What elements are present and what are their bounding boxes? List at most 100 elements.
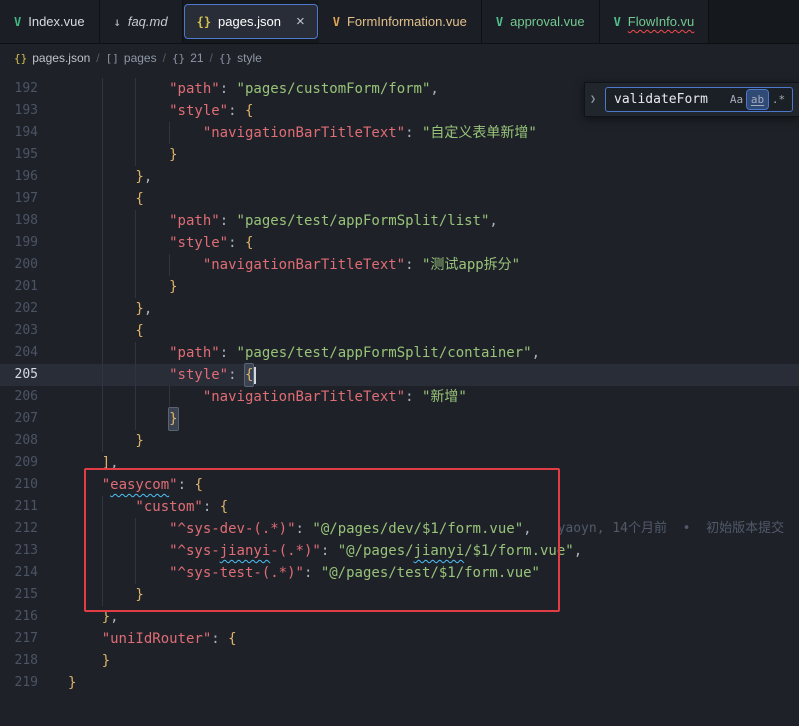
indent-guide	[102, 144, 136, 166]
code-line-214[interactable]: 214"^sys-test-(.*)": "@/pages/test/$1/fo…	[0, 562, 799, 584]
symbol-icon: {}	[172, 52, 185, 65]
match-case-toggle[interactable]: Aa	[726, 90, 747, 109]
code-token: {	[245, 364, 253, 386]
code-line-215[interactable]: 215}	[0, 584, 799, 606]
indent-guide	[102, 78, 136, 100]
line-number: 206	[0, 386, 38, 408]
code-token: "style"	[169, 364, 228, 386]
code-line-211[interactable]: 211"custom": {	[0, 496, 799, 518]
indent-guide	[102, 254, 136, 276]
indent-guide	[102, 584, 136, 606]
code-line-202[interactable]: 202},	[0, 298, 799, 320]
tab-label: FlowInfo.vu	[628, 14, 694, 29]
whole-word-toggle[interactable]: ab	[747, 90, 768, 109]
code-line-209[interactable]: 209],	[0, 452, 799, 474]
breadcrumb-label: style	[237, 51, 262, 65]
code-token: }	[102, 650, 110, 672]
code-token: :	[321, 540, 338, 562]
indent-guide	[102, 540, 136, 562]
code-token: }	[135, 584, 143, 606]
code-token: ,	[523, 518, 531, 540]
breadcrumb-item-pages-json[interactable]: {}pages.json	[14, 51, 90, 65]
indent-guide	[135, 518, 169, 540]
tab-index-vue[interactable]: VIndex.vue	[0, 0, 100, 43]
chevron-right-icon[interactable]: ❯	[585, 83, 601, 116]
code-line-205[interactable]: 205"style": {	[0, 364, 799, 386]
regex-toggle[interactable]: .*	[768, 90, 789, 109]
markdown-icon: ↓	[114, 15, 121, 29]
code-token: }	[135, 166, 143, 188]
code-token: :	[405, 386, 422, 408]
tab-label: Index.vue	[28, 14, 84, 29]
breadcrumb-separator: /	[163, 51, 166, 65]
line-number: 210	[0, 474, 38, 496]
vue-icon: V	[496, 15, 503, 29]
code-line-198[interactable]: 198"path": "pages/test/appFormSplit/list…	[0, 210, 799, 232]
indent-guide	[102, 210, 136, 232]
tab-flowinfo-vu[interactable]: V FlowInfo.vu	[600, 0, 710, 43]
code-token: ,	[144, 166, 152, 188]
tab-approval-vue[interactable]: Vapproval.vue	[482, 0, 600, 43]
code-line-210[interactable]: 210"easycom": {	[0, 474, 799, 496]
code-line-212[interactable]: 212"^sys-dev-(.*)": "@/pages/dev/$1/form…	[0, 518, 799, 540]
vue-icon: V	[333, 15, 340, 29]
indent-guide	[102, 166, 136, 188]
code-line-197[interactable]: 197{	[0, 188, 799, 210]
code-line-196[interactable]: 196},	[0, 166, 799, 188]
indent-guide	[68, 100, 102, 122]
code-line-201[interactable]: 201}	[0, 276, 799, 298]
code-line-206[interactable]: 206"navigationBarTitleText": "新增"	[0, 386, 799, 408]
indent-guide	[135, 342, 169, 364]
line-number: 199	[0, 232, 38, 254]
code-line-213[interactable]: 213"^sys-jianyi-(.*)": "@/pages/jianyi/$…	[0, 540, 799, 562]
breadcrumb-item-21[interactable]: {}21	[172, 51, 204, 65]
line-number: 200	[0, 254, 38, 276]
code-line-208[interactable]: 208}	[0, 430, 799, 452]
indent-guide	[68, 144, 102, 166]
indent-guide	[135, 386, 169, 408]
indent-guide	[135, 540, 169, 562]
indent-guide	[68, 122, 102, 144]
code-line-217[interactable]: 217"uniIdRouter": {	[0, 628, 799, 650]
code-token: {	[135, 188, 143, 210]
code-token: "测试app拆分"	[422, 254, 520, 276]
breadcrumb-item-style[interactable]: {}style	[219, 51, 262, 65]
tab-faq-md[interactable]: ↓ faq.md	[100, 0, 183, 43]
tab-pages-json[interactable]: {}pages.json×	[184, 4, 318, 39]
code-line-200[interactable]: 200"navigationBarTitleText": "测试app拆分"	[0, 254, 799, 276]
tab-label: faq.md	[128, 14, 168, 29]
breadcrumb-label: pages	[124, 51, 157, 65]
code-line-194[interactable]: 194"navigationBarTitleText": "自定义表单新增"	[0, 122, 799, 144]
code-token: {	[220, 496, 228, 518]
line-number: 205	[0, 364, 38, 386]
line-number: 196	[0, 166, 38, 188]
breadcrumb-item-pages[interactable]: []pages	[106, 51, 157, 65]
tab-forminformation-vue[interactable]: VFormInformation.vue	[319, 0, 482, 43]
code-line-204[interactable]: 204"path": "pages/test/appFormSplit/cont…	[0, 342, 799, 364]
indent-guide	[102, 518, 136, 540]
indent-guide	[68, 474, 102, 496]
indent-guide	[102, 276, 136, 298]
close-icon[interactable]: ×	[296, 14, 305, 29]
editor[interactable]: 192"path": "pages/customForm/form",193"s…	[0, 72, 799, 726]
code-token: -(.*)"	[270, 540, 321, 562]
code-line-216[interactable]: 216},	[0, 606, 799, 628]
code-token: :	[405, 122, 422, 144]
vue-icon: V	[614, 15, 621, 29]
indent-guide	[135, 232, 169, 254]
line-number: 216	[0, 606, 38, 628]
find-input[interactable]: validateForm Aa ab .*	[605, 87, 793, 112]
code-line-218[interactable]: 218}	[0, 650, 799, 672]
code-line-219[interactable]: 219}	[0, 672, 799, 694]
code-token: ,	[110, 452, 118, 474]
line-number: 192	[0, 78, 38, 100]
line-number: 193	[0, 100, 38, 122]
code-token: "@/pages/test/$1/form.vue"	[321, 562, 540, 584]
indent-guide	[135, 78, 169, 100]
code-token: "@/pages/dev/$1/form.vue"	[312, 518, 523, 540]
code-line-195[interactable]: 195}	[0, 144, 799, 166]
code-line-199[interactable]: 199"style": {	[0, 232, 799, 254]
code-line-207[interactable]: 207}	[0, 408, 799, 430]
code-line-203[interactable]: 203{	[0, 320, 799, 342]
code-token: :	[405, 254, 422, 276]
